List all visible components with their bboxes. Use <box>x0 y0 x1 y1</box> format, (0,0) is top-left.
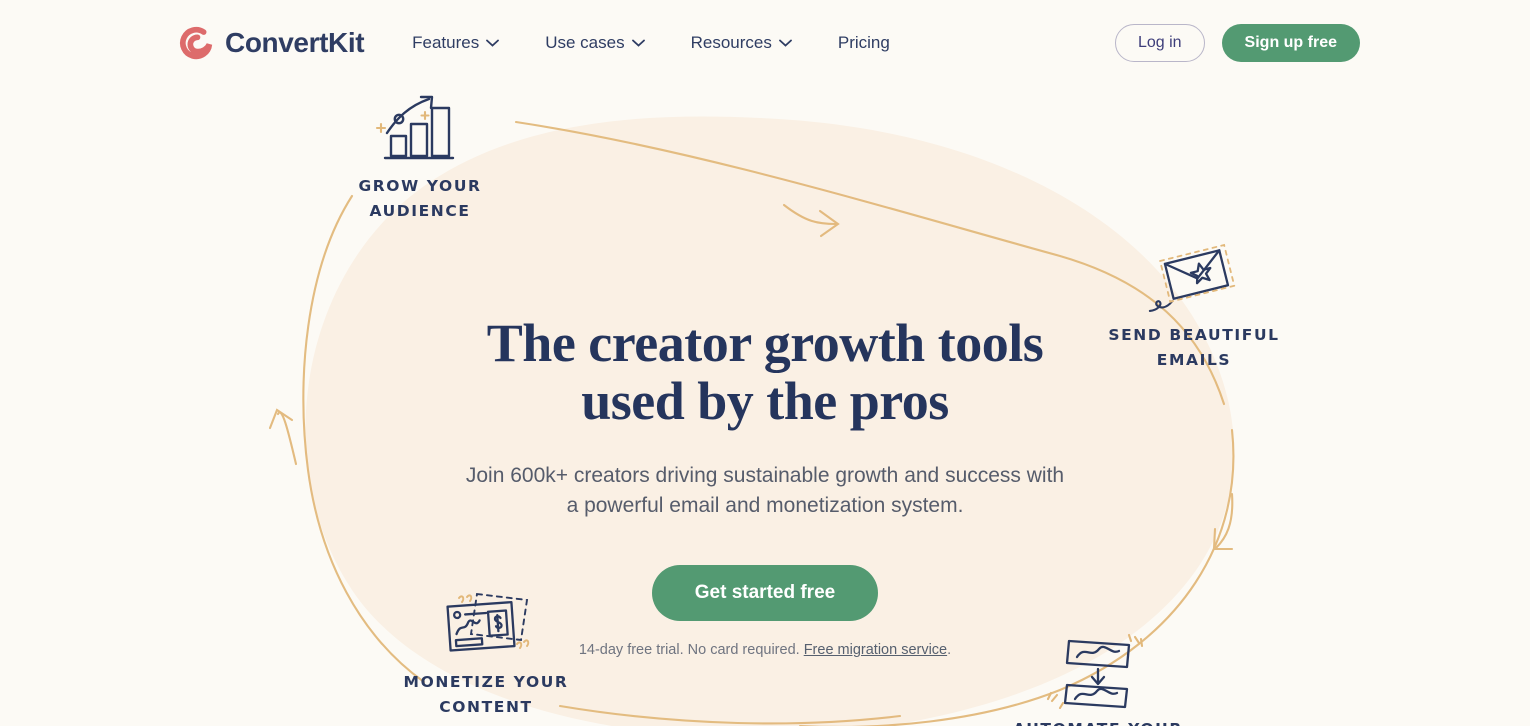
gold-arrow-up-shaft <box>276 411 298 466</box>
gold-arrow-right-shaft <box>782 203 838 226</box>
hero-section: The creator growth tools used by the pro… <box>0 0 1530 726</box>
brand-logo[interactable]: ConvertKit <box>178 24 365 62</box>
bar-chart-growth-icon <box>375 95 455 160</box>
gold-arrow-down-shaft <box>1214 492 1234 550</box>
gold-arrow-up-head <box>268 408 294 430</box>
chevron-down-icon <box>631 39 645 47</box>
hero-title-line-2: used by the pros <box>581 370 949 431</box>
nav-item-features[interactable]: Features <box>412 33 500 53</box>
brand-name: ConvertKit <box>225 27 365 58</box>
convertkit-ring-icon <box>180 26 213 60</box>
gold-curve-bottom <box>558 704 902 725</box>
nav-label: Pricing <box>837 33 890 52</box>
nav-item-resources[interactable]: Resources <box>691 33 792 53</box>
nav-label: Features <box>412 33 480 52</box>
gold-arrow-right-head <box>818 209 840 238</box>
chevron-down-icon <box>486 39 500 47</box>
money-card-icon <box>446 592 530 652</box>
page-title: The creator growth tools used by the pro… <box>486 313 1044 431</box>
log-in-button[interactable]: Log in <box>1114 24 1205 62</box>
envelope-star-icon <box>1148 243 1236 312</box>
doodle-automate: AUTOMATE YOUR <box>1012 633 1184 726</box>
trial-note-period: . <box>947 642 952 659</box>
main-navigation: Features Use cases Resources Pricing <box>412 33 890 53</box>
doodle-monetize-content: MONETIZE YOUR CONTENT <box>400 588 572 720</box>
hero-subtitle: Join 600k+ creators driving sustainable … <box>465 463 1065 517</box>
doodle-grow-audience: GROW YOUR AUDIENCE <box>340 88 500 224</box>
nav-item-pricing[interactable]: Pricing <box>838 33 890 53</box>
header-actions: Log in Sign up free <box>1114 24 1360 62</box>
doodle-label: SEND BEAUTIFUL EMAILS <box>1108 326 1280 370</box>
automation-flow-icon <box>1046 633 1144 709</box>
chevron-down-icon <box>778 39 792 47</box>
nav-label: Resources <box>690 33 772 52</box>
sign-up-free-button[interactable]: Sign up free <box>1221 24 1360 62</box>
doodle-label: AUTOMATE YOUR <box>1012 717 1184 726</box>
landing-page: ConvertKit Features Use cases Resources <box>0 0 1530 726</box>
get-started-free-button[interactable]: Get started free <box>651 565 879 622</box>
nav-label: Use cases <box>545 33 625 52</box>
hero-trial-note: 14-day free trial. No card required. Fre… <box>579 642 951 658</box>
gold-arrow-down-head <box>1212 527 1234 551</box>
free-migration-service-link[interactable]: Free migration service <box>804 642 947 658</box>
site-header: ConvertKit Features Use cases Resources <box>0 0 1530 86</box>
hero-title-line-1: The creator growth tools <box>486 313 1044 373</box>
doodle-label: GROW YOUR AUDIENCE <box>358 177 482 221</box>
trial-note-text: 14-day free trial. No card required. <box>578 642 804 659</box>
doodle-label: MONETIZE YOUR CONTENT <box>403 673 569 717</box>
doodle-send-emails: SEND BEAUTIFUL EMAILS <box>1108 243 1280 373</box>
nav-item-use-cases[interactable]: Use cases <box>545 33 645 53</box>
